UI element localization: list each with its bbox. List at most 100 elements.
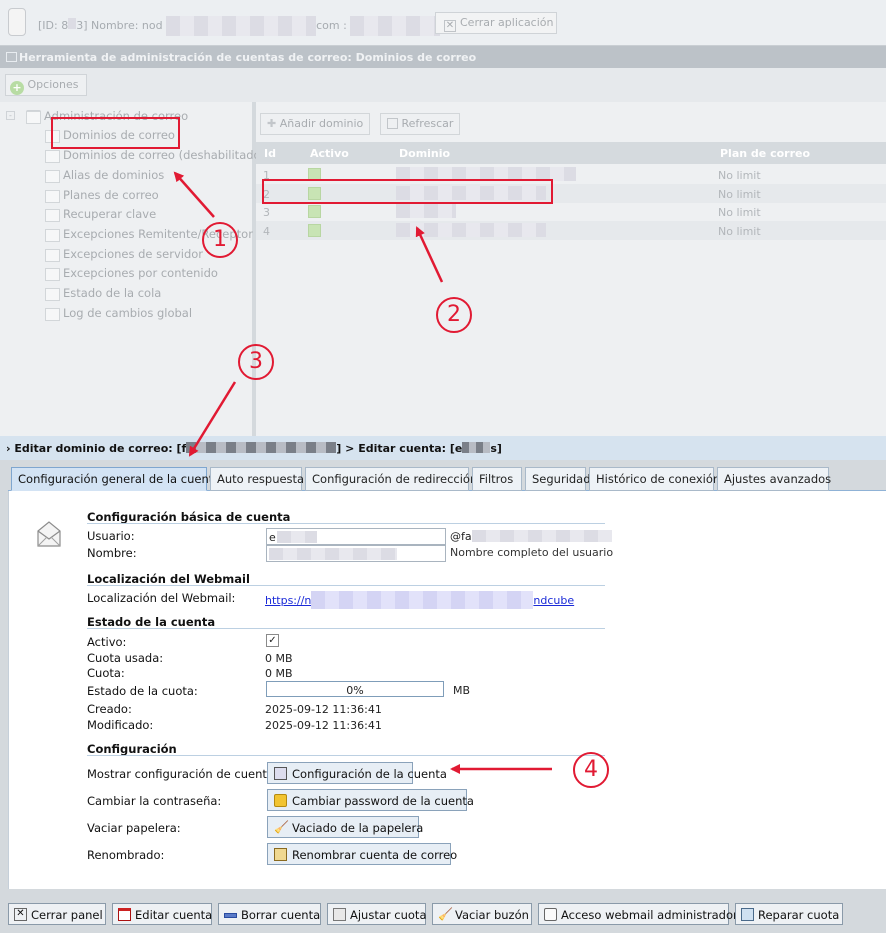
tab-historico-conexion[interactable]: Histórico de conexión	[589, 467, 720, 491]
add-domain-button[interactable]: ✚ Añadir dominio	[260, 113, 371, 135]
tab-configuracion-general[interactable]: Configuración general de la cuenta	[11, 467, 220, 491]
row-plan: No limit	[718, 169, 761, 182]
password-label: Cambiar la contraseña:	[87, 794, 222, 808]
node-info: [ID: 8 3] Nombre: nod com :	[38, 16, 441, 36]
repair-quota-label: Reparar cuota	[758, 908, 840, 922]
status-title: Estado de la cuenta	[87, 615, 216, 629]
empty-mailbox-button[interactable]: 🧹 Vaciar buzón	[432, 903, 532, 925]
edit-breadcrumb: › Editar dominio de correo: [f] > Editar…	[0, 436, 886, 460]
envelope-icon	[37, 521, 61, 547]
node-name-suffix: com :	[316, 19, 347, 32]
tree-item-recuperar-clave[interactable]: Recuperar clave	[44, 207, 156, 222]
collapse-icon[interactable]: -	[6, 111, 15, 120]
close-panel-label: Cerrar panel	[31, 908, 103, 922]
quota-progress-bar: 0%	[266, 681, 444, 697]
tree-item-log-cambios[interactable]: Log de cambios global	[44, 306, 192, 321]
app-top-bar: [ID: 8 3] Nombre: nod com : ✕ Cerrar aplic…	[0, 0, 886, 46]
redacted-domain	[396, 204, 456, 218]
settings-window-icon	[274, 767, 287, 780]
plus-circle-icon: +	[10, 81, 24, 95]
delete-account-button[interactable]: Borrar cuenta	[218, 903, 321, 925]
trash-label: Vaciar papelera:	[87, 821, 181, 835]
tab-ajustes-avanzados[interactable]: Ajustes avanzados	[717, 467, 831, 491]
repair-quota-button[interactable]: Reparar cuota	[735, 903, 843, 925]
name-input[interactable]	[266, 545, 446, 562]
user-input[interactable]: e	[266, 528, 446, 545]
edit-account-label: Editar cuenta	[135, 908, 213, 922]
account-config-button[interactable]: Configuración de la cuenta	[267, 762, 447, 784]
redacted-url	[311, 591, 534, 609]
tree-item-estado-cola[interactable]: Estado de la cola	[44, 286, 161, 301]
redacted-name	[269, 548, 397, 560]
basic-config-title: Configuración básica de cuenta	[87, 510, 291, 524]
add-domain-label: Añadir dominio	[279, 117, 364, 130]
envelope-icon	[6, 52, 17, 62]
annotation-3: 3	[238, 344, 274, 380]
row-id: 3	[263, 206, 270, 219]
drive-icon	[333, 908, 346, 921]
table-row[interactable]: 3 No limit	[256, 202, 886, 221]
rename-icon	[274, 848, 287, 861]
rename-account-button[interactable]: Renombrar cuenta de correo	[267, 843, 457, 865]
close-icon: ✕	[444, 20, 456, 32]
redacted-user	[277, 531, 317, 543]
tree-item-planes[interactable]: Planes de correo	[45, 188, 159, 203]
divider	[87, 585, 605, 586]
webmail-title: Localización del Webmail	[87, 572, 250, 586]
tree-item-dominios-deshabilitados[interactable]: Dominios de correo (deshabilitados)	[44, 148, 271, 163]
active-check-icon	[308, 224, 321, 237]
broom-icon: 🧹	[274, 820, 289, 834]
options-button[interactable]: + Opciones	[5, 74, 87, 96]
webmail-link-start: https://n	[265, 594, 312, 607]
user-value: e	[269, 531, 276, 544]
active-checkbox[interactable]: ✓	[266, 634, 279, 647]
footer-toolbar: ✕ Cerrar panel Editar cuenta Borrar cuent…	[0, 899, 886, 933]
webmail-link[interactable]: https://n ndcube	[265, 591, 574, 609]
quota-label: Cuota:	[87, 666, 125, 680]
repair-icon	[741, 908, 754, 921]
refresh-button[interactable]: Refrescar	[380, 113, 461, 135]
table-row[interactable]: 4 No limit	[256, 221, 886, 240]
col-plan[interactable]: Plan de correo	[720, 147, 810, 160]
divider	[87, 628, 605, 629]
divider	[87, 523, 605, 524]
active-label: Activo:	[87, 635, 127, 649]
edit-account-text: ] > Editar cuenta: [e	[336, 442, 463, 455]
redacted-domain	[396, 223, 546, 237]
webmail-label: Localización del Webmail:	[87, 591, 236, 605]
user-domain-text: @fa	[450, 530, 472, 543]
options-label: Opciones	[27, 78, 79, 91]
user-label: Usuario:	[87, 529, 135, 543]
close-panel-button[interactable]: ✕ Cerrar panel	[8, 903, 106, 925]
tab-redireccion[interactable]: Configuración de redirección	[305, 467, 477, 491]
rename-account-label: Renombrar cuenta de correo	[292, 848, 458, 862]
col-dominio[interactable]: Dominio	[399, 147, 450, 160]
edit-icon	[118, 908, 131, 921]
tool-header-title: Herramienta de administración de cuentas…	[19, 51, 477, 64]
edit-domain-text: Editar dominio de correo: [f	[14, 442, 187, 455]
col-activo[interactable]: Activo	[310, 147, 349, 160]
tab-seguridad[interactable]: Seguridad	[525, 467, 591, 491]
redacted-name	[166, 16, 317, 36]
change-password-button[interactable]: Cambiar password de la cuenta	[267, 789, 474, 811]
admin-webmail-label: Acceso webmail administrador	[561, 908, 738, 922]
name-label: Nombre:	[87, 546, 137, 560]
user-domain: @fa	[450, 530, 612, 543]
tab-bar: Configuración general de la cuenta Auto …	[8, 467, 886, 491]
tree-item-excepciones-servidor[interactable]: Excepciones de servidor	[44, 247, 203, 262]
tab-filtros[interactable]: Filtros	[472, 467, 522, 491]
tab-auto-respuesta[interactable]: Auto respuesta	[210, 467, 304, 491]
tree-item-alias[interactable]: Alias de dominios	[44, 168, 164, 183]
admin-webmail-button[interactable]: Acceso webmail administrador	[538, 903, 738, 925]
modified-value: 2025-09-12 11:36:41	[265, 719, 382, 732]
quota-state-label: Estado de la cuota:	[87, 684, 198, 698]
close-app-button[interactable]: ✕ Cerrar aplicación	[435, 12, 557, 34]
edit-account-button[interactable]: Editar cuenta	[112, 903, 212, 925]
change-password-label: Cambiar password de la cuenta	[292, 794, 474, 808]
tool-header: Herramienta de administración de cuentas…	[0, 46, 886, 68]
quota-used-value: 0 MB	[265, 652, 293, 665]
tree-item-excepciones-contenido[interactable]: Excepciones por contenido	[45, 266, 218, 281]
adjust-quota-button[interactable]: Ajustar cuota	[327, 903, 427, 925]
empty-trash-button[interactable]: 🧹 Vaciado de la papelera	[267, 816, 423, 838]
col-id[interactable]: Id	[264, 147, 276, 160]
